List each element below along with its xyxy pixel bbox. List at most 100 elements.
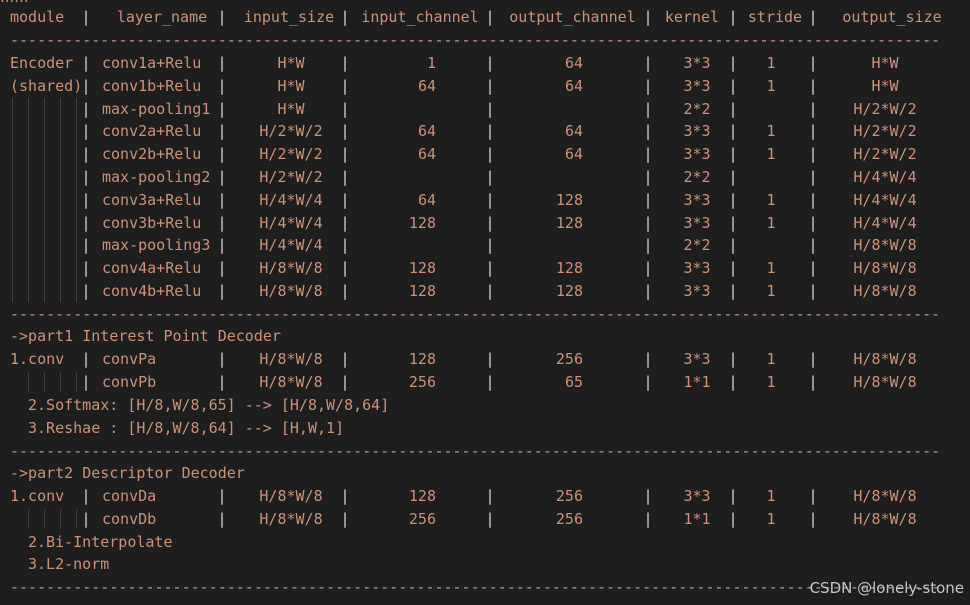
column-separator: | [485,99,495,118]
cell-layer: convDb [102,509,157,528]
column-separator: | [808,282,818,300]
column-separator: | [340,190,350,209]
cell-in_ch: 128 [408,350,436,368]
column-separator: | [217,76,227,95]
column-separator: | [81,372,91,391]
section-title: ->part1 Interest Point Decoder [10,327,281,345]
table-row: 1.conv convPa H/8*W/8 128 256 3*3 1 H/8*W/8 | | | |… [0,348,970,370]
cell-out_size: H/8*W/8 [853,259,917,278]
column-separator: | [728,145,738,164]
cell-layer: convPa [102,350,157,368]
cell-out_size: H/4*W/4 [853,190,917,209]
header-input-size: input_size [243,8,335,26]
cell-in_ch: 64 [417,122,436,141]
table-row: convDb H/8*W/8 256 256 1*1 1 H/8*W/8 | | | | | | | [0,508,970,530]
cell-stride: 1 [766,350,776,368]
column-separator: | [81,122,91,141]
column-separator: | [485,145,495,164]
table-row: 1.conv convDa H/8*W/8 128 256 3*3 1 H/8*W/8 | | | |… [0,485,970,507]
column-separator: | [81,76,91,95]
cell-layer: conv2a+Relu [102,122,202,141]
column-separator: | [340,8,350,26]
cell-layer: conv2b+Relu [102,145,202,164]
column-separator: | [728,372,738,391]
column-separator: | [808,122,818,141]
column-separator: | [728,190,738,209]
indent-guide [76,98,77,302]
column-separator: | [728,350,738,368]
column-separator: | [808,236,818,255]
note-line: 2.Softmax: [H/8,W/8,65] --> [H/8,W/8,64] [28,396,390,414]
cell-layer: conv1b+Relu [102,76,202,95]
indent-guide [28,98,29,302]
note-line: 3.L2-norm [28,555,110,573]
cell-kernel: 3*3 [683,350,711,368]
column-separator: | [217,350,227,368]
cell-layer: max-pooling1 [102,99,211,118]
column-separator: | [485,54,495,72]
cell-layer: conv3b+Relu [102,213,202,232]
cell-layer: convDa [102,487,157,505]
cell-in_ch: 128 [408,259,436,278]
column-separator: | [217,236,227,255]
cell-in_size: H/8*W/8 [259,509,323,528]
cell-stride: 1 [766,145,776,164]
cell-layer: conv3a+Relu [102,190,202,209]
column-separator: | [217,145,227,164]
cell-layer: max-pooling3 [102,236,211,255]
column-separator: | [81,236,91,255]
cell-in_size: H/2*W/2 [259,145,323,164]
cell-in_size: H/8*W/8 [259,282,323,300]
column-separator: | [485,350,495,368]
indent-guide [60,509,61,529]
cell-in_ch: 64 [417,76,436,95]
column-separator: | [340,509,350,528]
indent-guide [44,509,45,529]
cell-out_size: H*W [871,54,899,72]
cell-out_ch: 128 [555,213,583,232]
column-separator: | [340,76,350,95]
column-separator: | [643,99,653,118]
indent-guide [28,509,29,529]
cell-kernel: 1*1 [683,509,711,528]
cell-kernel: 3*3 [683,122,711,141]
column-separator: | [728,236,738,255]
column-separator: | [643,372,653,391]
cell-in_size: H/4*W/4 [259,190,323,209]
column-separator: | [728,282,738,300]
cell-kernel: 3*3 [683,213,711,232]
cell-stride: 1 [766,76,776,95]
table-row: max-pooling3 H/4*W/4 2*2 H/8*W/8 | | | | | | | [0,234,970,256]
column-separator: | [340,372,350,391]
cell-stride: 1 [766,54,776,72]
cell-out_size: H/8*W/8 [853,236,917,255]
cell-kernel: 3*3 [683,145,711,164]
cell-in_ch: 128 [408,282,436,300]
cell-out_size: H/8*W/8 [853,487,917,505]
cell-kernel: 3*3 [683,487,711,505]
cell-in_ch: 256 [408,372,436,391]
cell-stride: 1 [766,509,776,528]
cell-in_size: H*W [277,99,305,118]
column-separator: | [808,8,818,26]
column-separator: | [81,259,91,278]
cell-kernel: 3*3 [683,190,711,209]
column-separator: | [217,122,227,141]
column-separator: | [81,8,91,26]
cell-in_size: H/4*W/4 [259,213,323,232]
table-row: Encoder conv1a+Relu H*W 1 64 3*3 1 H*W | | | | | | | [0,52,970,74]
indent-guide [44,98,45,302]
column-separator: | [340,487,350,505]
cell-out_ch: 64 [564,122,583,141]
column-separator: | [340,282,350,300]
cell-kernel: 3*3 [683,54,711,72]
header-output-size: output_size [842,8,942,26]
column-separator: | [81,145,91,164]
column-separator: | [485,487,495,505]
column-separator: | [217,509,227,528]
column-separator: | [728,76,738,95]
column-separator: | [728,213,738,232]
indent-guide [44,372,45,392]
column-separator: | [217,8,227,26]
indent-guide [60,98,61,302]
